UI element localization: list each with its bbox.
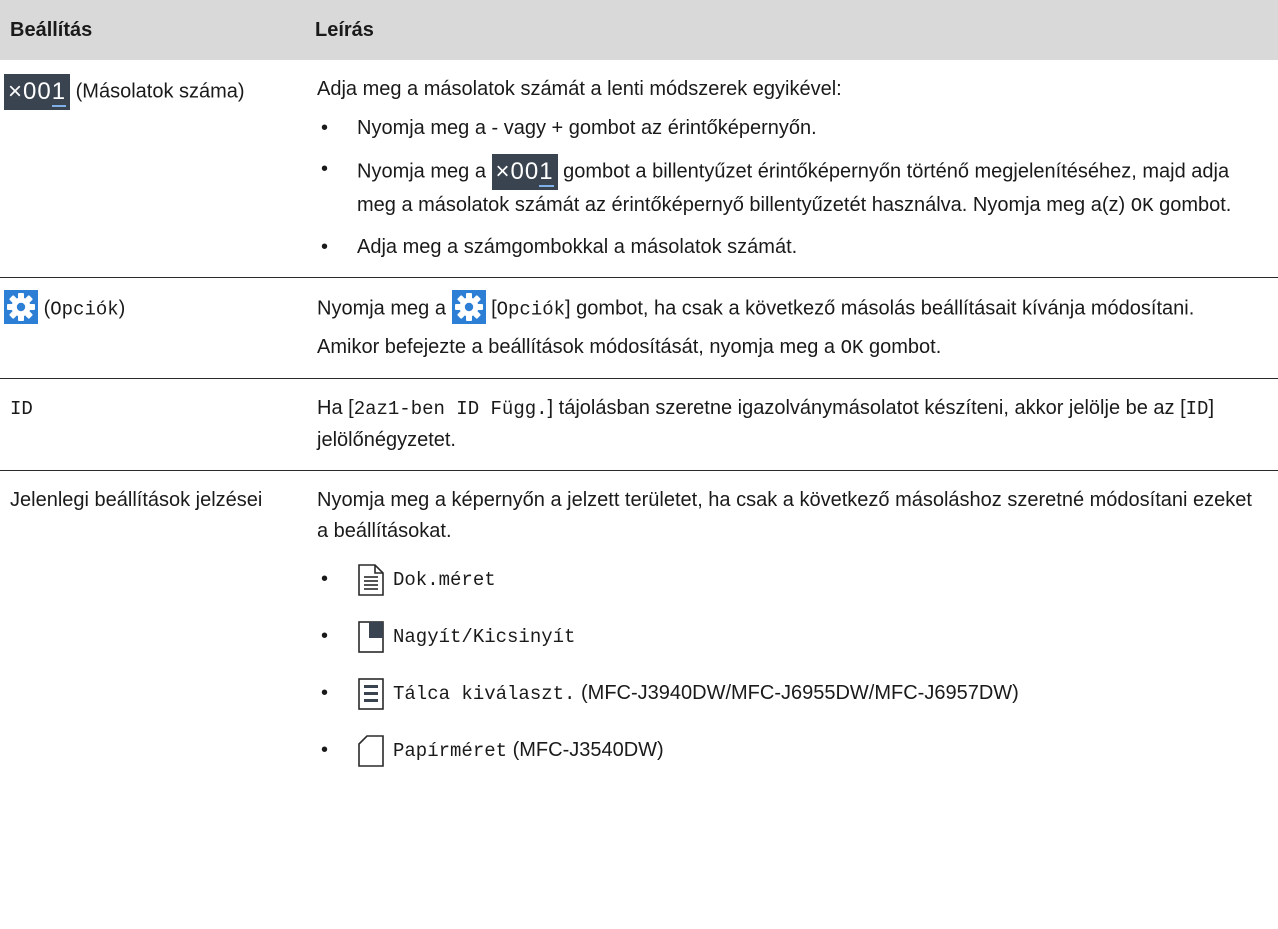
id-label: ID [10, 398, 33, 420]
setting-copies: ×001 (Másolatok száma) [0, 60, 309, 278]
copies-count-icon: ×001 [4, 74, 71, 110]
header-description: Leírás [309, 0, 1278, 60]
table-header-row: Beállítás Leírás [0, 0, 1278, 60]
indicators-label: Jelenlegi beállítások jelzései [10, 489, 263, 511]
copies-intro: Adja meg a másolatok számát a lenti móds… [317, 78, 842, 100]
description-copies: Adja meg a másolatok számát a lenti móds… [309, 60, 1278, 278]
copies-label: (Másolatok száma) [75, 80, 245, 103]
list-item: Tálca kiválaszt. (MFC-J3940DW/MFC-J6955D… [317, 665, 1268, 722]
copies-count-icon: ×001 [491, 154, 558, 190]
description-id: Ha [2az1-ben ID Függ.] tájolásban szeret… [309, 378, 1278, 471]
setting-id: ID [0, 378, 309, 471]
document-size-icon [357, 563, 385, 597]
options-paragraph-2: Amikor befejezte a beállítások módosítás… [317, 336, 942, 359]
paper-size-icon [357, 734, 385, 768]
table-row: ×001 (Másolatok száma) Adja meg a másola… [0, 60, 1278, 278]
enlarge-reduce-icon [357, 620, 385, 654]
list-item: Nyomja meg a ×001 gombot a billentyűzet … [317, 154, 1268, 222]
description-indicators: Nyomja meg a képernyőn a jelzett terület… [309, 471, 1278, 794]
list-item: Papírméret (MFC-J3540DW) [317, 722, 1268, 779]
settings-table: Beállítás Leírás ×001 (Másolatok száma) … [0, 0, 1278, 793]
table-row: (Opciók) Nyomja meg a [Opciók] gombot, h… [0, 277, 1278, 379]
setting-indicators: Jelenlegi beállítások jelzései [0, 471, 309, 794]
list-item: Adja meg a számgombokkal a másolatok szá… [317, 232, 1268, 263]
list-item: Dok.méret [317, 551, 1268, 608]
header-setting: Beállítás [0, 0, 309, 60]
table-row: ID Ha [2az1-ben ID Függ.] tájolásban sze… [0, 378, 1278, 471]
list-item: Nyomja meg a - vagy + gombot az érintőké… [317, 113, 1268, 144]
id-paragraph: Ha [2az1-ben ID Függ.] tájolásban szeret… [317, 397, 1215, 451]
gear-icon [451, 290, 486, 324]
gear-icon [4, 290, 38, 324]
options-label: Opciók [50, 298, 119, 321]
setting-options: (Opciók) [0, 277, 309, 379]
list-item: Nagyít/Kicsinyít [317, 608, 1268, 665]
tray-select-icon [357, 677, 385, 711]
indicators-intro: Nyomja meg a képernyőn a jelzett terület… [317, 489, 1252, 542]
table-row: Jelenlegi beállítások jelzései Nyomja me… [0, 471, 1278, 794]
description-options: Nyomja meg a [Opciók] gombot, ha csak a … [309, 277, 1278, 379]
options-paragraph-1: Nyomja meg a [Opciók] gombot, ha csak a … [317, 290, 1268, 326]
